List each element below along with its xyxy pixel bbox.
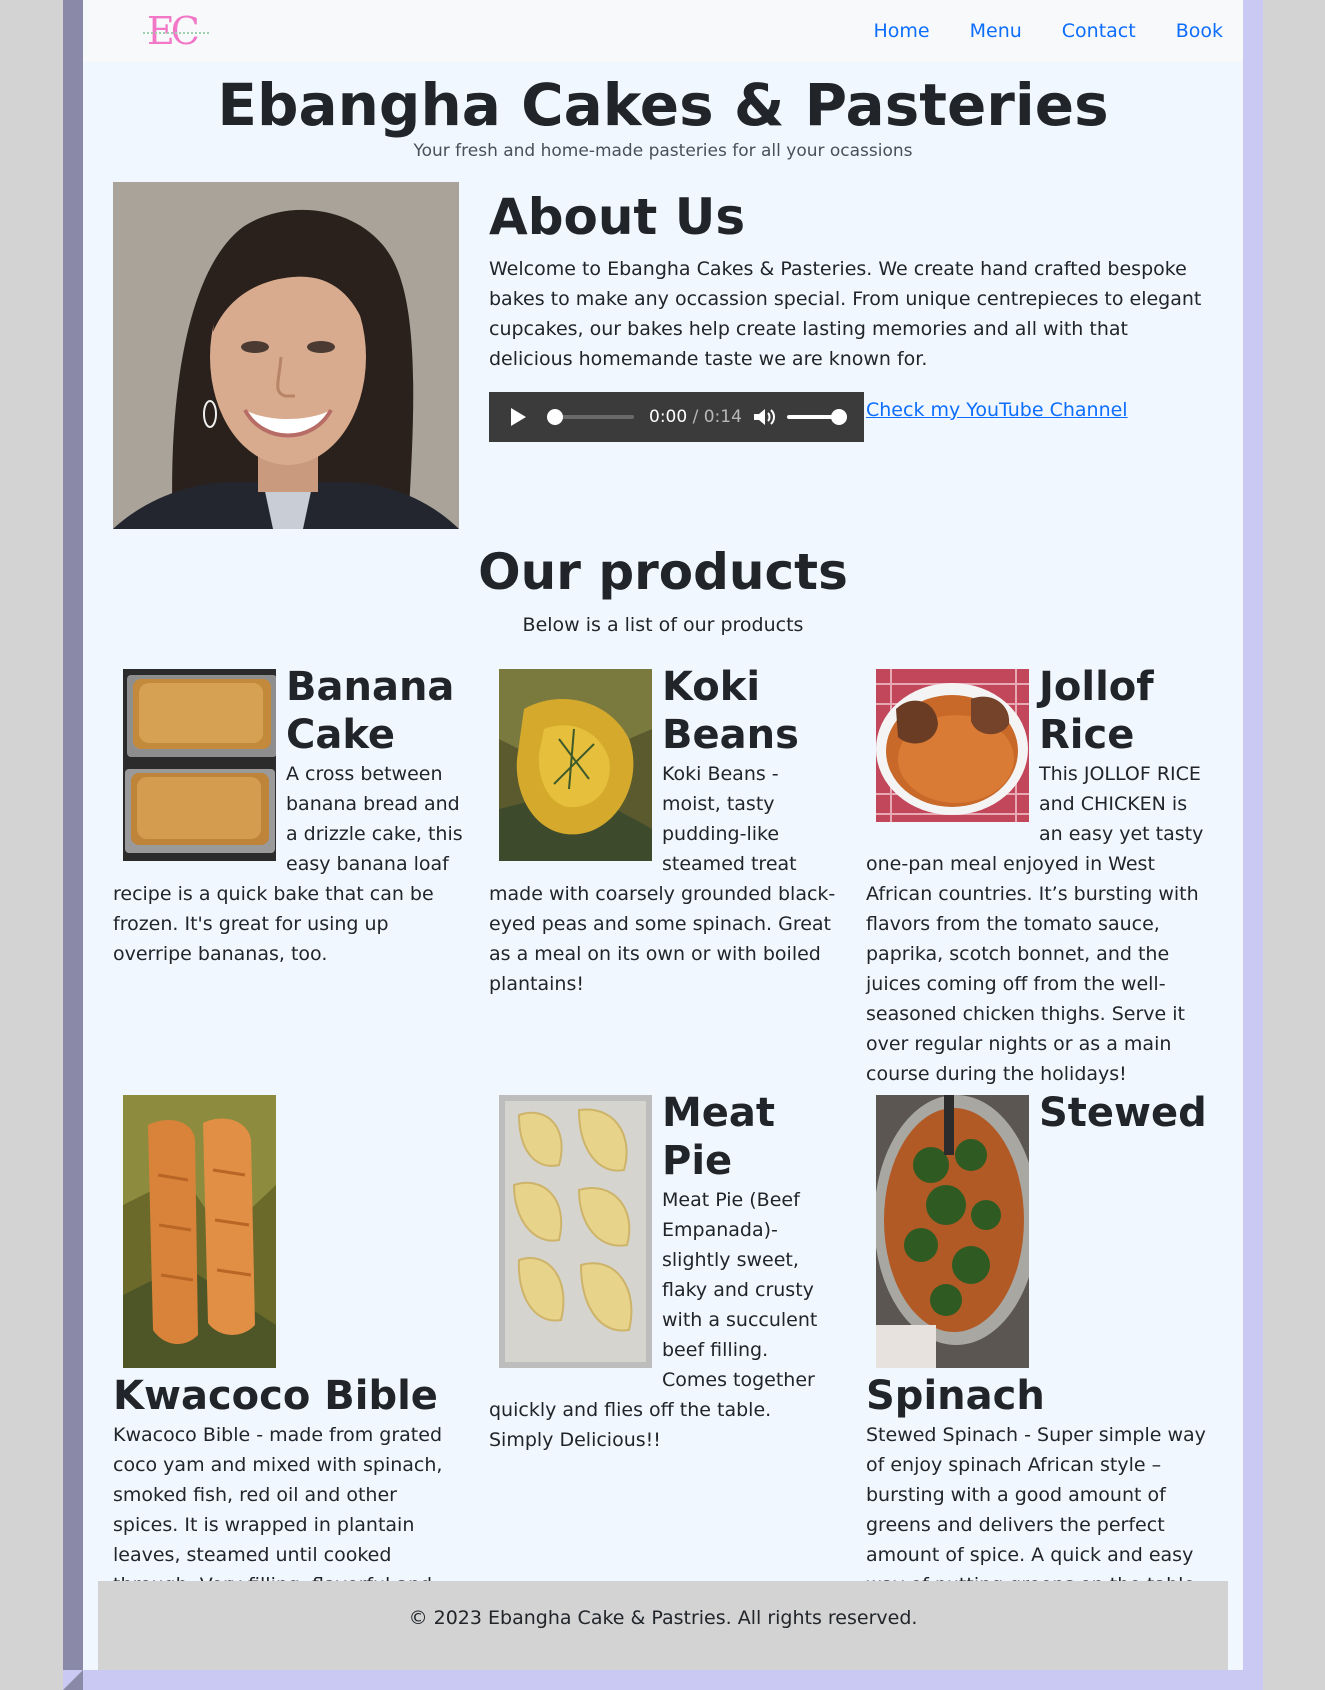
product-image-jollof-rice — [876, 669, 1029, 822]
product-card-kwacoco-bible: Kwacoco Bible Kwacoco Bible - made from … — [113, 1089, 463, 1630]
volume-slider-handle[interactable] — [831, 409, 847, 425]
frame-bottom-border — [63, 1670, 1263, 1690]
nav-link-book[interactable]: Book — [1176, 18, 1223, 44]
about-text: Welcome to Ebangha Cakes & Pasteries. We… — [489, 258, 1202, 370]
product-card-koki-beans: Koki Beans Koki Beans - moist, tasty pud… — [489, 663, 839, 999]
product-image-koki-beans — [499, 669, 652, 861]
audio-progress-handle[interactable] — [547, 409, 563, 425]
audio-player: 0:00 / 0:14 — [489, 392, 864, 442]
logo-dotted-line — [143, 32, 209, 34]
product-card-jollof-rice: Jollof Rice This JOLLOF RICE and CHICKEN… — [866, 663, 1216, 1089]
play-icon[interactable] — [511, 408, 526, 426]
hero-title: Ebangha Cakes & Pasteries — [217, 71, 1109, 139]
audio-duration: / 0:14 — [692, 407, 742, 427]
frame-left-border — [63, 0, 83, 1690]
nav-link-menu[interactable]: Menu — [970, 18, 1022, 44]
owner-portrait — [113, 182, 459, 529]
logo-letters: EC — [147, 9, 200, 53]
nav-links: Home Menu Contact Book — [874, 18, 1224, 44]
products-title: Our products — [478, 543, 848, 601]
product-description-stewed-spinach: Stewed Spinach - Super simple way of enj… — [866, 1424, 1206, 1596]
product-card-meat-pie: Meat Pie Meat Pie (Beef Empanada)- sligh… — [489, 1089, 839, 1455]
navbar: EC Home Menu Contact Book — [83, 0, 1243, 62]
product-image-stewed-spinach — [876, 1095, 1029, 1368]
products-subtitle: Below is a list of our products — [522, 614, 804, 636]
audio-time: 0:00 / 0:14 — [649, 406, 742, 428]
nav-link-contact[interactable]: Contact — [1062, 18, 1136, 44]
volume-icon[interactable] — [753, 407, 775, 427]
audio-current-time: 0:00 — [649, 407, 688, 427]
logo[interactable]: EC — [143, 9, 217, 53]
frame-corner — [63, 1670, 83, 1690]
youtube-channel-link[interactable]: Check my YouTube Channel — [866, 397, 1128, 423]
product-card-banana-cake: Banana Cake A cross between banana bread… — [113, 663, 463, 969]
hero-subtitle: Your fresh and home-made pasteries for a… — [413, 141, 913, 161]
footer: © 2023 Ebangha Cake & Pastries. All righ… — [98, 1581, 1228, 1670]
frame-right-border — [1243, 0, 1263, 1690]
product-image-kwacoco-bible — [123, 1095, 276, 1368]
nav-link-home[interactable]: Home — [874, 18, 930, 44]
product-card-stewed-spinach: Stewed Spinach Stewed Spinach - Super si… — [866, 1089, 1216, 1600]
about-title: About Us — [489, 188, 746, 246]
footer-text: © 2023 Ebangha Cake & Pastries. All righ… — [408, 1607, 918, 1629]
audio-progress-track[interactable] — [554, 415, 634, 419]
product-image-banana-cake — [123, 669, 276, 861]
page-container: EC Home Menu Contact Book Ebangha Cakes … — [83, 0, 1243, 1670]
product-image-meat-pie — [499, 1095, 652, 1368]
